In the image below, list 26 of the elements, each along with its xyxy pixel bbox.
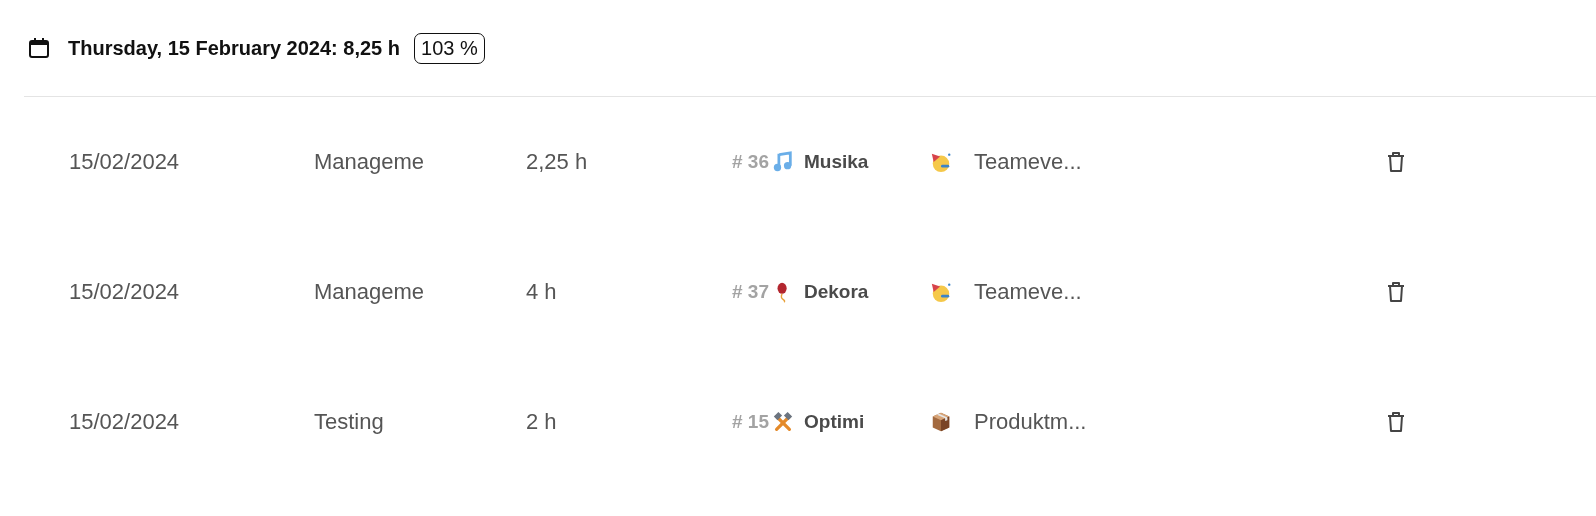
ticket-title: Dekora [804,281,870,303]
hours-cell-text: 2,25 h [526,149,589,175]
activity-cell-text: Testing [314,409,385,435]
hours-cell-text: 4 h [526,279,558,305]
date-cell-text: 15/02/2024 [69,149,181,175]
ticket-number: # 15 [732,411,770,433]
date-cell-text: 15/02/2024 [69,279,181,305]
hours-cell-text: 2 h [526,409,558,435]
activity-cell-text: Manageme [314,279,426,305]
project-name: Teameve... [974,149,1083,175]
package-icon [930,411,952,433]
ticket-number: # 36 [732,151,770,173]
day-title: Thursday, 15 February 2024: 8,25 h [68,36,400,60]
party-icon [930,281,952,303]
project-name: Produktm... [974,409,1088,435]
date-cell-text: 15/02/2024 [69,409,181,435]
calendar-icon [27,36,51,60]
ticket-number: # 37 [732,281,770,303]
party-icon [930,151,952,173]
project-name: Teameve... [974,279,1083,305]
music-note-icon [772,151,794,173]
ticket-title: Musika [804,151,870,173]
hammer-pick-icon [772,411,794,433]
ticket-title: Optimi [804,411,866,433]
percentage-badge: 103 % [414,32,485,64]
activity-cell-text: Manageme [314,149,426,175]
